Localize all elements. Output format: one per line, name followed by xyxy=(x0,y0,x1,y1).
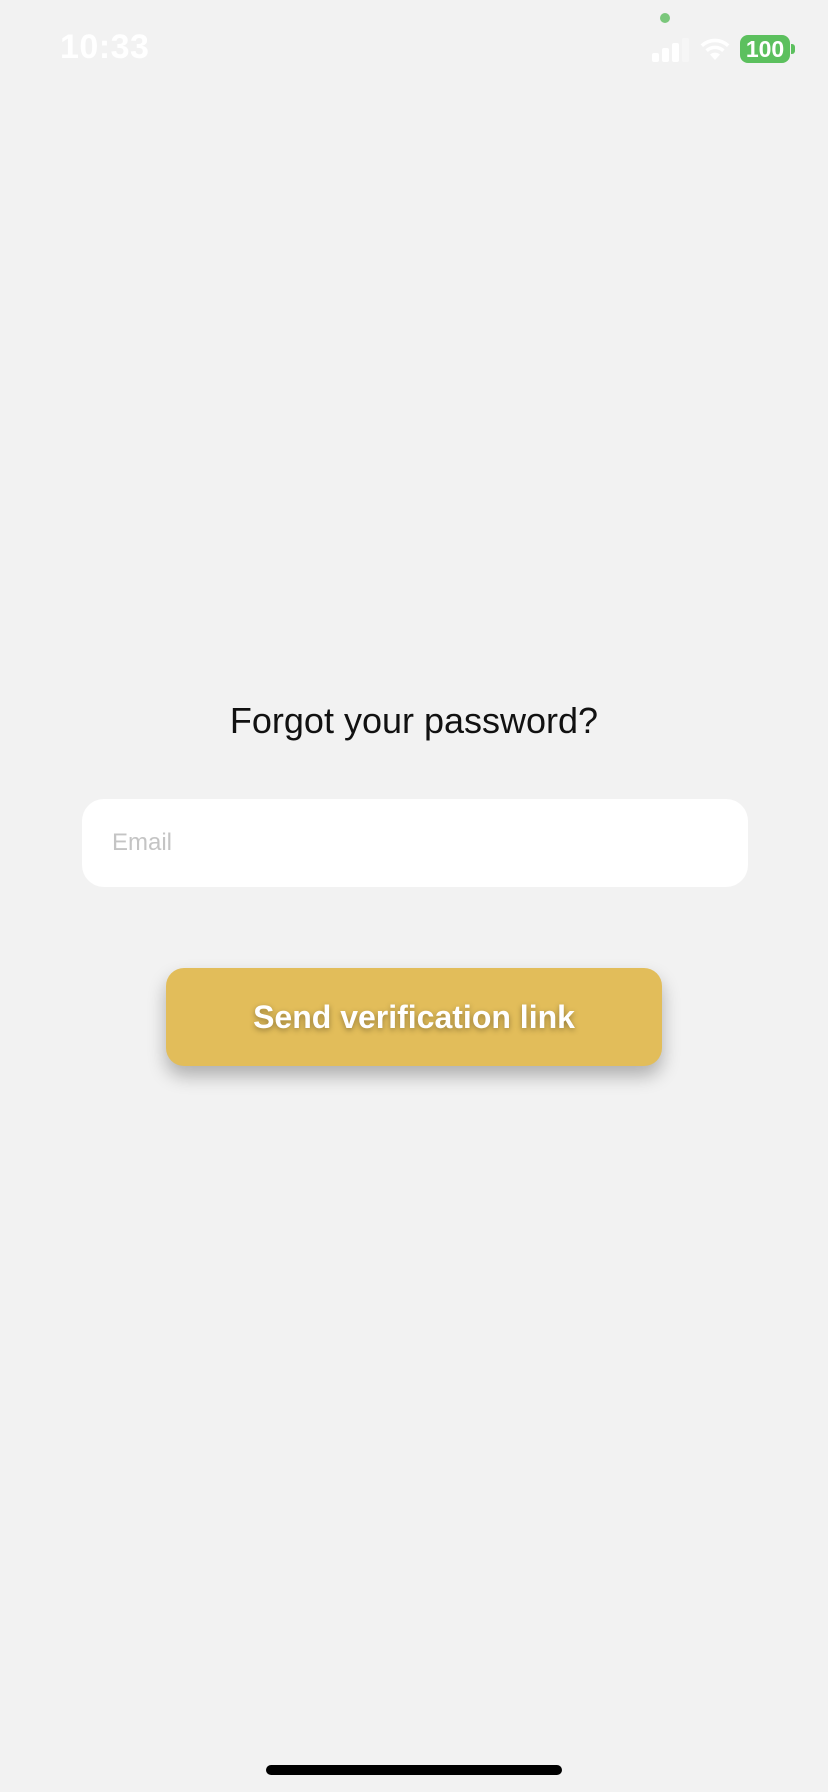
page-title: Forgot your password? xyxy=(229,700,599,741)
send-verification-link-button[interactable]: Send verification link xyxy=(166,968,662,1066)
home-indicator[interactable] xyxy=(266,1765,562,1775)
battery-tip xyxy=(791,44,795,54)
email-field[interactable] xyxy=(82,799,748,887)
battery-icon: 100 xyxy=(740,35,790,63)
cellular-signal-icon xyxy=(652,38,689,62)
wifi-icon xyxy=(700,38,730,60)
status-bar: 10:33 100 xyxy=(0,0,828,100)
status-time: 10:33 xyxy=(60,28,150,66)
privacy-indicator-dot xyxy=(660,13,670,23)
